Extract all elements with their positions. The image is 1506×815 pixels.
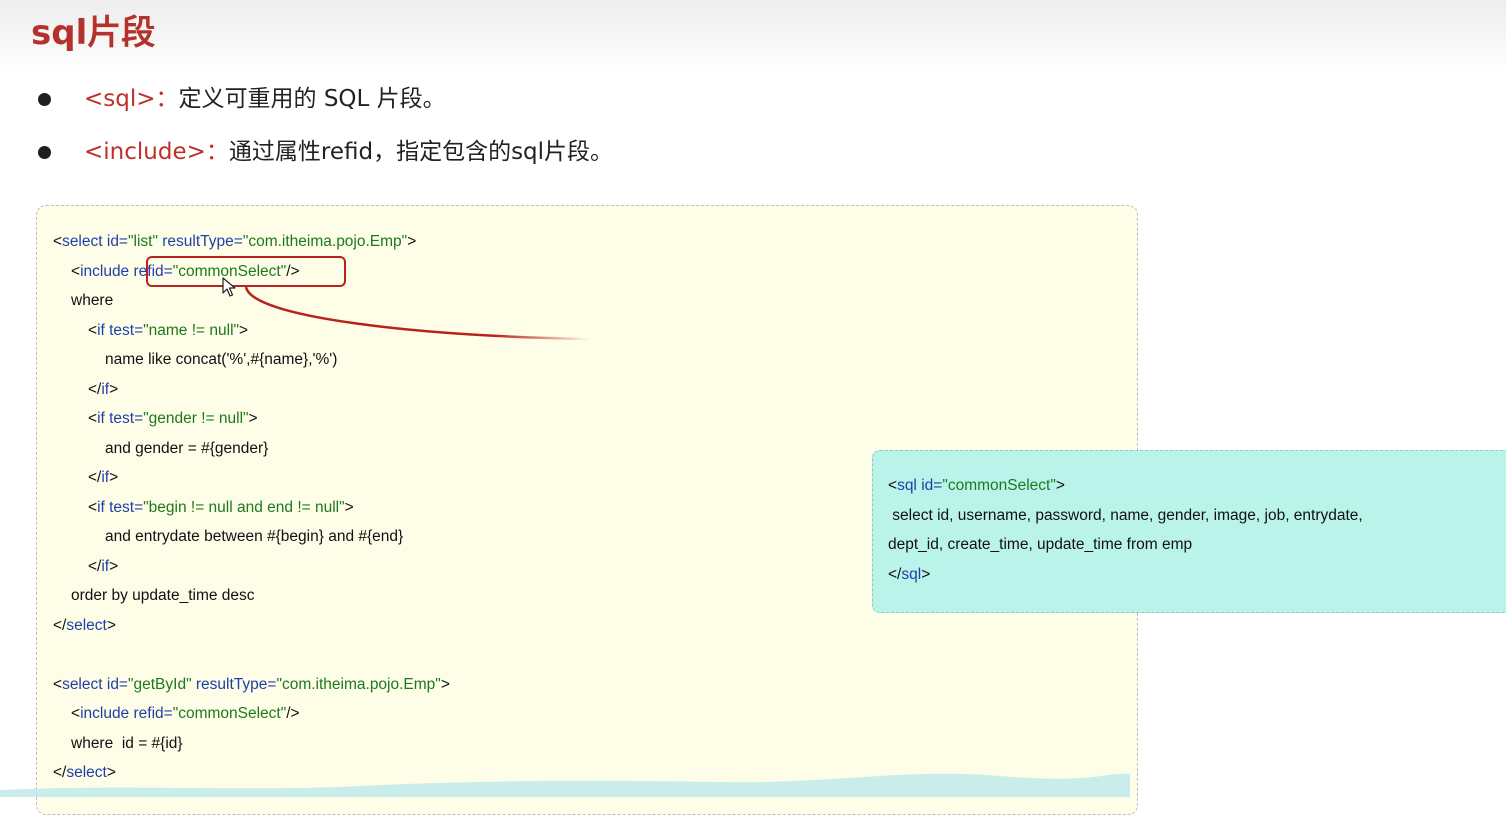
code-line: where id = #{id}: [71, 734, 183, 752]
code-line: dept_id, create_time, update_time from e…: [888, 536, 1193, 553]
code-line: <sql id="commonSelect">: [888, 477, 1065, 494]
code-line: </select>: [53, 616, 116, 634]
decorative-wave: [0, 773, 1130, 797]
connector-arrow-icon: [244, 286, 591, 341]
code-line: </sql>: [888, 565, 931, 583]
code-line: <select id="getById" resultType="com.ith…: [53, 675, 450, 693]
sql-fragment-code: <sql id="commonSelect"> select id, usern…: [888, 474, 1488, 592]
code-line: select id, username, password, name, gen…: [888, 506, 1363, 524]
code-line-include: <include refid="commonSelect"/>: [71, 705, 300, 722]
code-line: <if test="gender != null">: [88, 410, 258, 427]
cursor-arrow-icon: [222, 277, 236, 297]
